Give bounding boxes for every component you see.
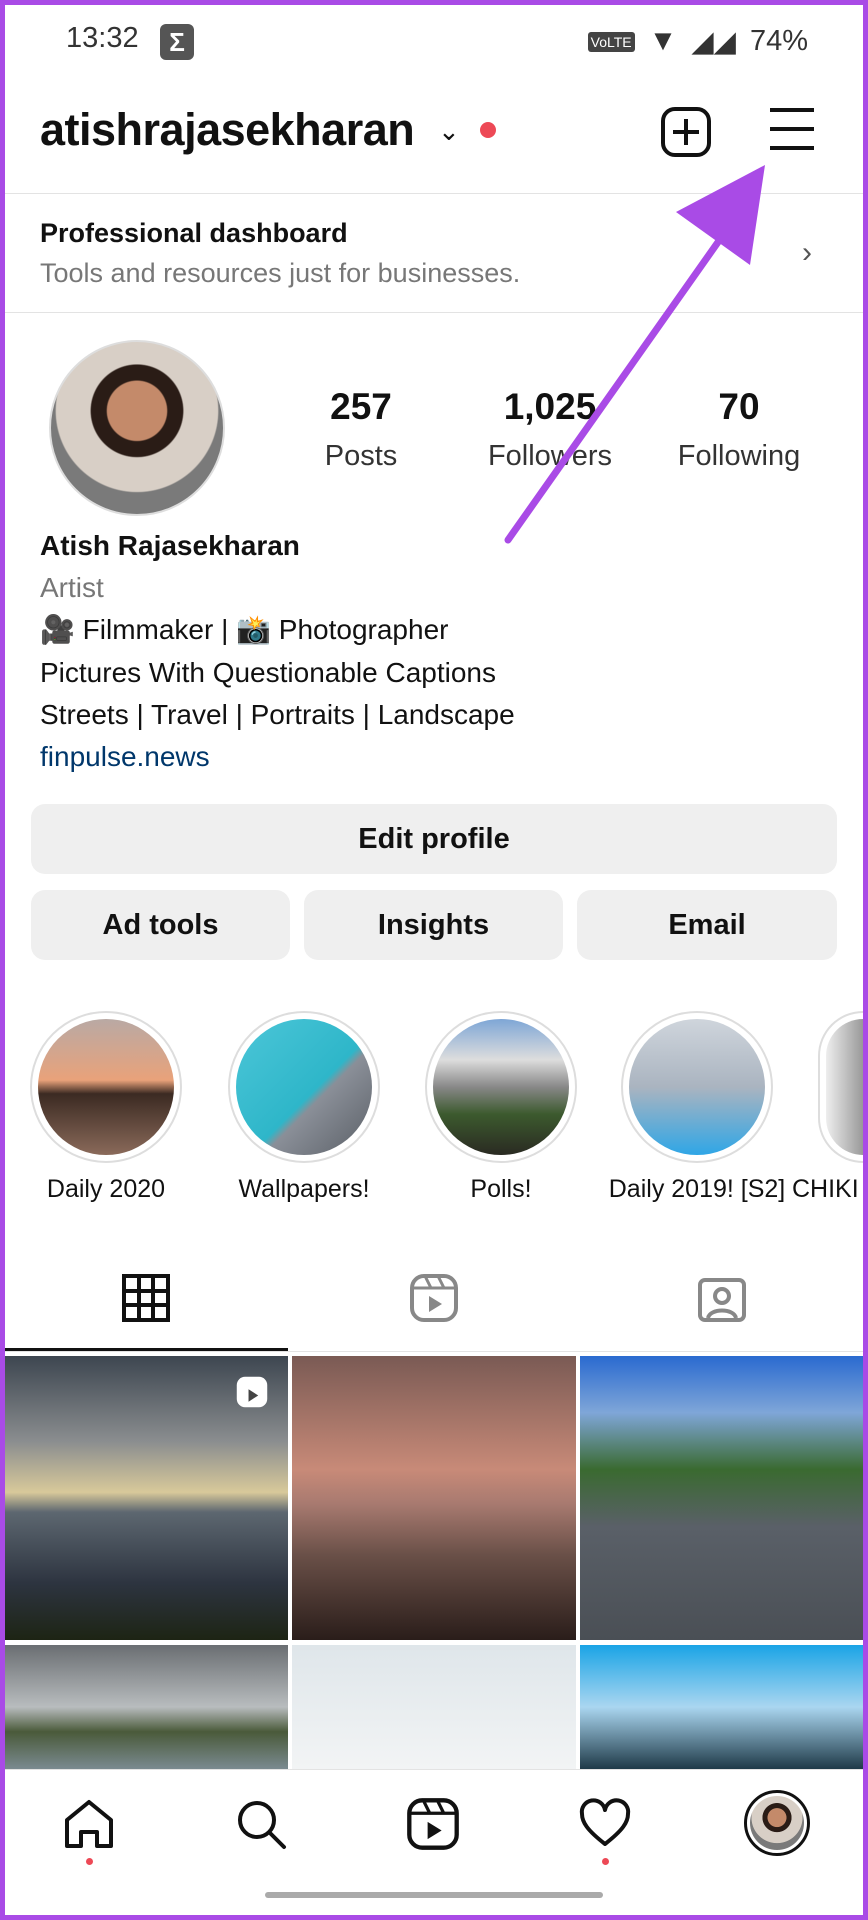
annotation-arrow [504,165,765,544]
